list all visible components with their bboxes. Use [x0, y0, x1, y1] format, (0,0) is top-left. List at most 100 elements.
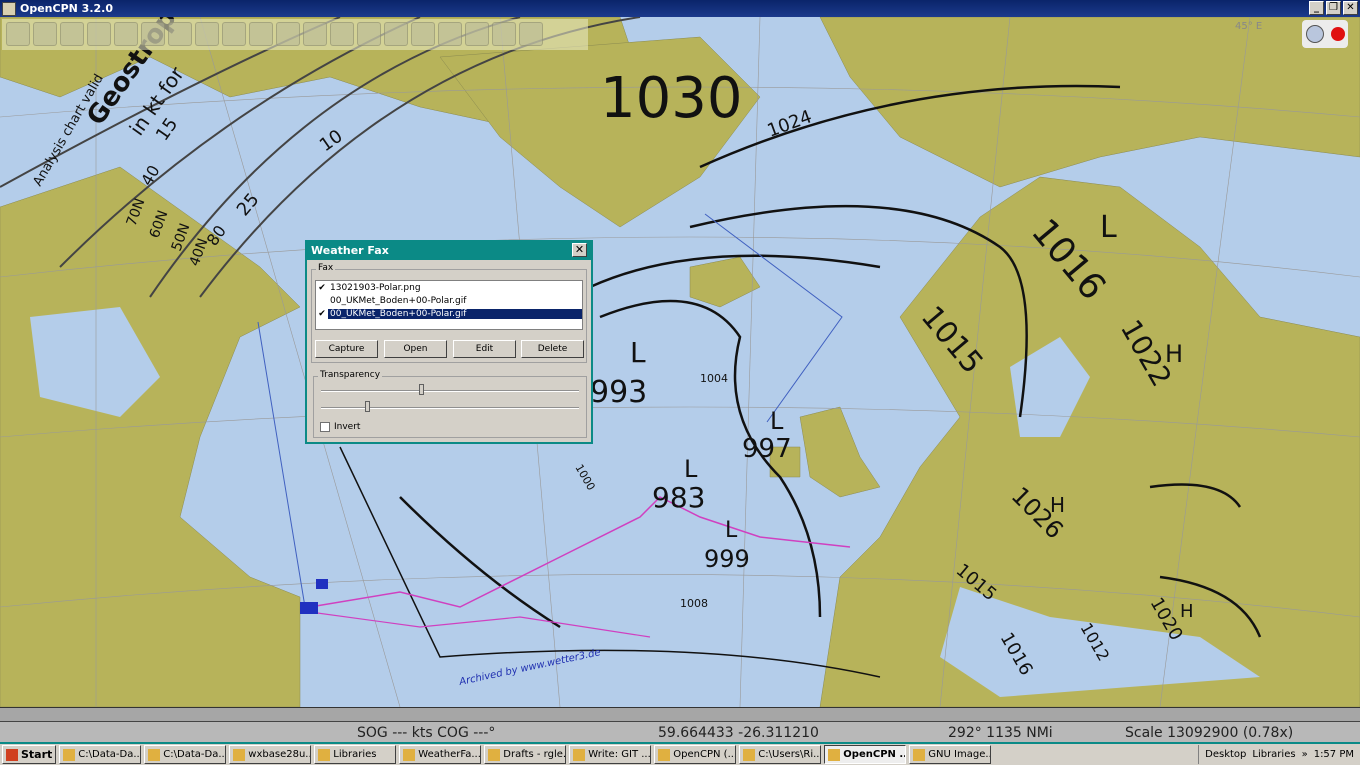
boat-marker: [300, 602, 318, 614]
delete-button[interactable]: Delete: [521, 340, 584, 358]
route-icon[interactable]: [114, 22, 138, 46]
chart-canvas[interactable]: 1030 L 993 L 983 L 997 L 999 1016 1015 L…: [0, 17, 1360, 707]
taskbar-button[interactable]: OpenCPN ...: [824, 745, 907, 764]
dialog-title: Weather Fax: [311, 244, 389, 257]
low-marker: L: [630, 336, 646, 369]
checkbox-box[interactable]: [320, 422, 330, 432]
scale-readout: Scale 13092900 (0.78x): [1125, 725, 1294, 741]
fax-checkbox[interactable]: ✔: [316, 283, 328, 293]
pressure-label: 997: [742, 434, 792, 464]
sog-cog-readout: SOG --- kts COG ---°: [357, 725, 496, 741]
tides-icon[interactable]: [465, 22, 489, 46]
high-marker: H: [1165, 340, 1183, 368]
window-title: OpenCPN 3.2.0: [20, 2, 114, 15]
compass-widget[interactable]: [1302, 20, 1348, 48]
app-icon: [658, 748, 671, 761]
app-icon: [913, 748, 926, 761]
taskbar-button[interactable]: C:\Data-Da...: [144, 745, 227, 764]
low-marker: L: [684, 455, 698, 483]
taskbar-button[interactable]: Write: GIT ...: [569, 745, 652, 764]
fax-checkbox[interactable]: ✔: [316, 309, 328, 319]
fax-list-item[interactable]: 00_UKMet_Boden+00-Polar.gif: [316, 294, 582, 307]
fax-name: 13021903-Polar.png: [330, 282, 421, 293]
app-icon: [828, 748, 841, 761]
ais-icon[interactable]: [411, 22, 435, 46]
taskbar-button[interactable]: Libraries: [314, 745, 397, 764]
taskbar-button[interactable]: OpenCPN (...: [654, 745, 737, 764]
track-toggle-icon[interactable]: [357, 22, 381, 46]
start-button[interactable]: Start: [2, 745, 57, 764]
scale-out-icon[interactable]: [87, 22, 111, 46]
scale-in-icon[interactable]: [60, 22, 84, 46]
app-icon: [573, 748, 586, 761]
zoom-in-icon[interactable]: [6, 22, 30, 46]
currents-icon[interactable]: [492, 22, 516, 46]
taskbar-button[interactable]: C:\Data-Da...: [59, 745, 142, 764]
taskbar-button-label: OpenCPN (...: [673, 749, 737, 760]
taskbar-button-label: C:\Users\Ri...: [758, 749, 822, 760]
dialog-title-bar[interactable]: Weather Fax ✕: [307, 242, 591, 260]
close-button[interactable]: ✕: [1343, 1, 1358, 15]
open-button[interactable]: Open: [384, 340, 447, 358]
options-icon[interactable]: [276, 22, 300, 46]
transparency-slider[interactable]: [321, 384, 579, 395]
taskbar-button[interactable]: WeatherFa...: [399, 745, 482, 764]
taskbar-button[interactable]: GNU Image...: [909, 745, 992, 764]
route-manager-icon[interactable]: [330, 22, 354, 46]
status-bar: SOG --- kts COG ---° 59.664433 -26.31121…: [0, 707, 1360, 742]
dialog-close-button[interactable]: ✕: [572, 243, 587, 257]
edit-button[interactable]: Edit: [453, 340, 516, 358]
help-icon[interactable]: [438, 22, 462, 46]
toolbar-overflow-button[interactable]: »: [1302, 749, 1308, 760]
slider-thumb[interactable]: [364, 401, 370, 412]
fax-list[interactable]: ✔ 13021903-Polar.png 00_UKMet_Boden+00-Pol…: [315, 280, 583, 330]
desktop-toolbar-item[interactable]: Desktop: [1205, 749, 1246, 760]
gps-status-icon: [1330, 27, 1345, 41]
auto-follow-icon[interactable]: [222, 22, 246, 46]
position-readout: 59.664433 -26.311210: [658, 725, 819, 741]
transparency-label: Transparency: [318, 370, 383, 380]
taskbar-button-label: Libraries: [333, 749, 377, 760]
isobar-label: 1030: [600, 66, 743, 131]
print-icon[interactable]: [303, 22, 327, 46]
taskbar-button-label: C:\Data-Da...: [78, 749, 142, 760]
fax-name: 00_UKMet_Boden+00-Polar.gif: [330, 295, 467, 306]
app-icon: [488, 748, 501, 761]
clock[interactable]: 1:57 PM: [1314, 749, 1354, 760]
whitening-slider[interactable]: [321, 401, 579, 412]
low-marker: L: [725, 518, 738, 543]
fax-list-item[interactable]: ✔ 13021903-Polar.png: [316, 281, 582, 294]
slider-thumb[interactable]: [419, 384, 425, 395]
taskbar-button[interactable]: Drafts - rgle...: [484, 745, 567, 764]
weather-fax-overlay: 1030 L 993 L 983 L 997 L 999 1016 1015 L…: [0, 17, 1360, 707]
task-list: C:\Data-Da... C:\Data-Da... wxbase28u... Li…: [59, 745, 994, 764]
opencpn-app-icon: [2, 1, 16, 16]
taskbar-button-label: Drafts - rgle...: [503, 749, 567, 760]
fax-border: [339, 446, 881, 678]
minimize-button[interactable]: _: [1309, 1, 1324, 15]
track-line-2: [309, 611, 651, 638]
waypoint-icon[interactable]: [141, 22, 165, 46]
taskbar-button-label: C:\Data-Da...: [163, 749, 227, 760]
capture-button[interactable]: Capture: [315, 340, 378, 358]
taskbar-button[interactable]: wxbase28u...: [229, 745, 312, 764]
pressure-label: 999: [704, 545, 750, 573]
chart-icon[interactable]: [249, 22, 273, 46]
archive-watermark: Archived by www.wetter3.de: [457, 647, 601, 688]
windows-logo-icon: [6, 748, 18, 761]
app-icon: [318, 748, 331, 761]
weatherfax-icon[interactable]: [519, 22, 543, 46]
main-toolbar: [2, 19, 588, 50]
pressure-label: 1008: [680, 597, 708, 610]
low-marker: L: [1100, 210, 1117, 245]
fax-list-item[interactable]: ✔ 00_UKMet_Boden+00-Polar.gif: [316, 307, 582, 320]
zoom-out-icon[interactable]: [33, 22, 57, 46]
restore-button[interactable]: ❐: [1326, 1, 1341, 15]
system-tray: Desktop Libraries » 1:57 PM: [1198, 745, 1360, 764]
invert-checkbox[interactable]: Invert: [320, 422, 360, 432]
measure-icon[interactable]: [168, 22, 192, 46]
libraries-toolbar-item[interactable]: Libraries: [1252, 749, 1295, 760]
track-icon[interactable]: [195, 22, 219, 46]
color-scheme-icon[interactable]: [384, 22, 408, 46]
taskbar-button[interactable]: C:\Users\Ri...: [739, 745, 822, 764]
